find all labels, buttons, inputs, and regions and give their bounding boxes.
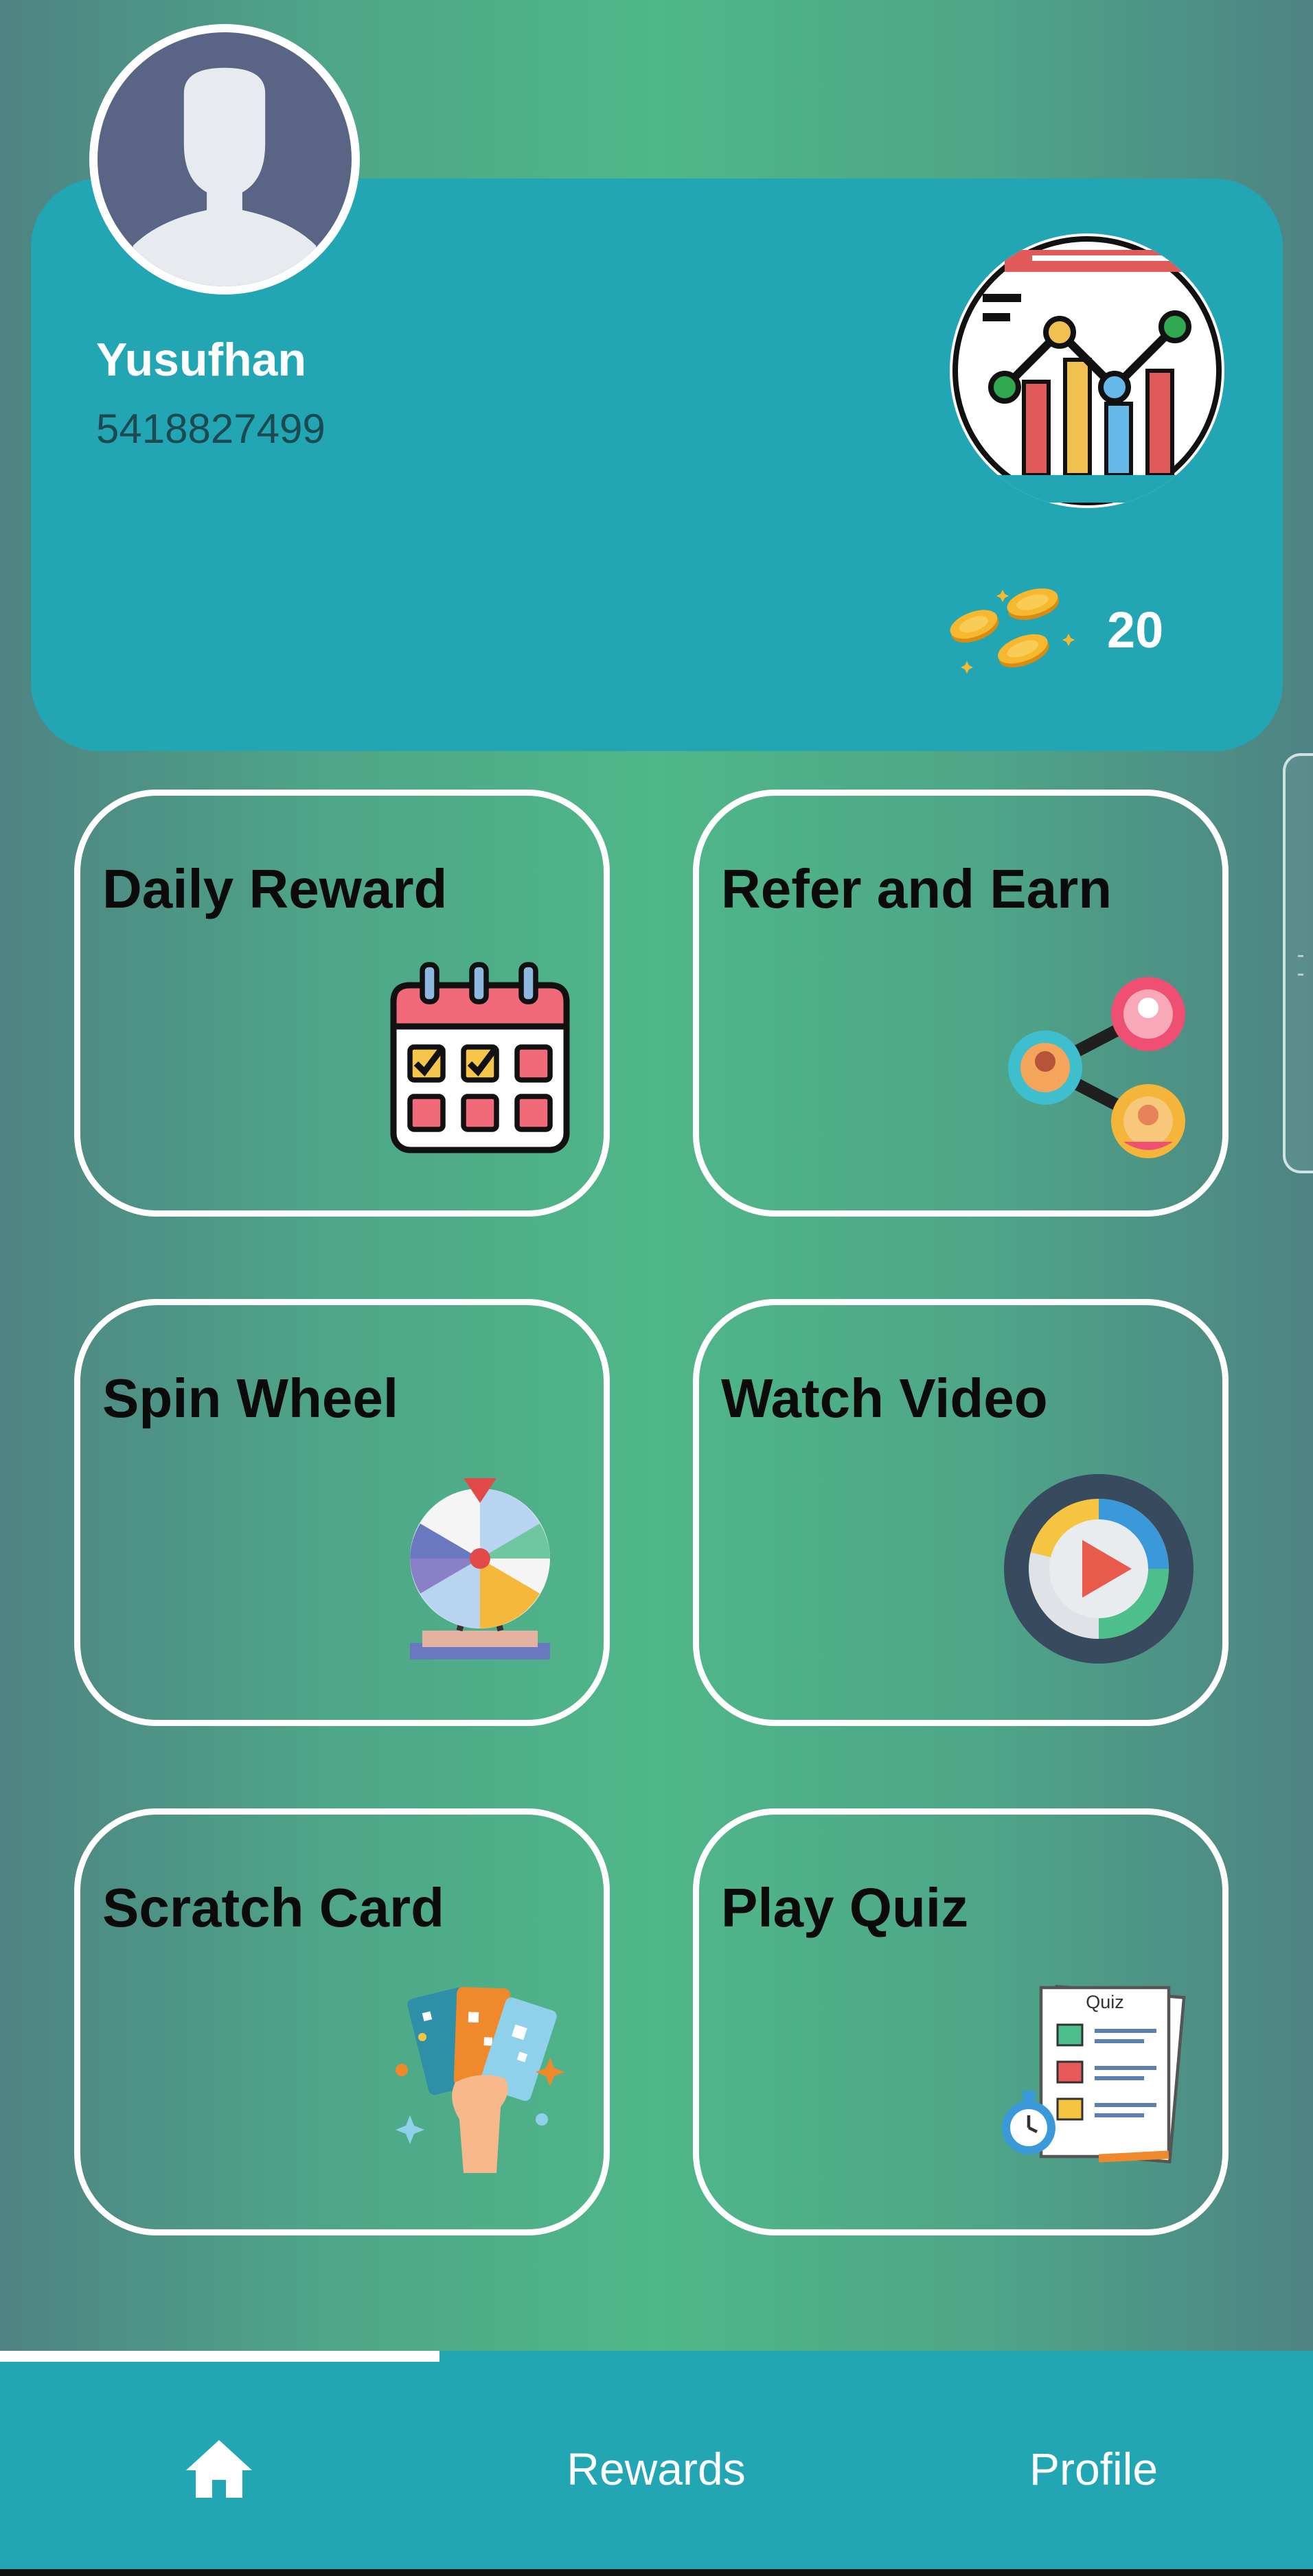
tile-label: Play Quiz [721, 1877, 969, 1938]
user-avatar[interactable] [89, 24, 360, 295]
tile-refer-and-earn[interactable]: Refer and Earn [693, 790, 1229, 1217]
tile-label: Spin Wheel [102, 1368, 399, 1429]
nav-label-rewards: Rewards [567, 2443, 746, 2494]
line-chart-icon [952, 236, 1222, 505]
scratch-cards-icon [377, 1975, 583, 2181]
user-name: Yusufhan [96, 334, 307, 386]
quiz-icon-label: Quiz [1086, 1992, 1124, 2012]
gold-coins-icon [948, 573, 1085, 683]
calendar-check-icon [377, 956, 583, 1162]
prize-wheel-icon [377, 1466, 583, 1672]
play-video-icon [996, 1466, 1202, 1672]
tile-label: Daily Reward [102, 858, 448, 919]
tile-play-quiz[interactable]: Play Quiz Quiz [693, 1808, 1229, 2235]
referral-network-icon [996, 956, 1202, 1162]
user-phone: 5418827499 [96, 406, 326, 452]
nav-label-profile: Profile [1029, 2443, 1158, 2494]
tile-label: Watch Video [721, 1368, 1048, 1429]
scroll-handle[interactable] [1283, 753, 1313, 1173]
system-bottom-bar [0, 2569, 1313, 2576]
stats-badge[interactable] [950, 233, 1224, 508]
coins-count: 20 [1107, 601, 1164, 658]
active-tab-indicator [0, 2351, 439, 2362]
nav-tab-home[interactable] [0, 2362, 437, 2576]
tile-watch-video[interactable]: Watch Video [693, 1299, 1229, 1726]
home-icon [185, 2440, 252, 2498]
tile-label: Refer and Earn [721, 858, 1112, 919]
bottom-nav: Rewards Profile [0, 2351, 1313, 2576]
nav-tab-rewards[interactable]: Rewards [437, 2362, 875, 2576]
grip-icon [1298, 955, 1303, 976]
quiz-clipboard-icon: Quiz [996, 1975, 1202, 2181]
nav-tab-profile[interactable]: Profile [875, 2362, 1312, 2576]
tile-spin-wheel[interactable]: Spin Wheel [74, 1299, 610, 1726]
tile-daily-reward[interactable]: Daily Reward [74, 790, 610, 1217]
tile-label: Scratch Card [102, 1877, 444, 1938]
tile-scratch-card[interactable]: Scratch Card [74, 1808, 610, 2235]
user-silhouette-icon [98, 32, 352, 286]
